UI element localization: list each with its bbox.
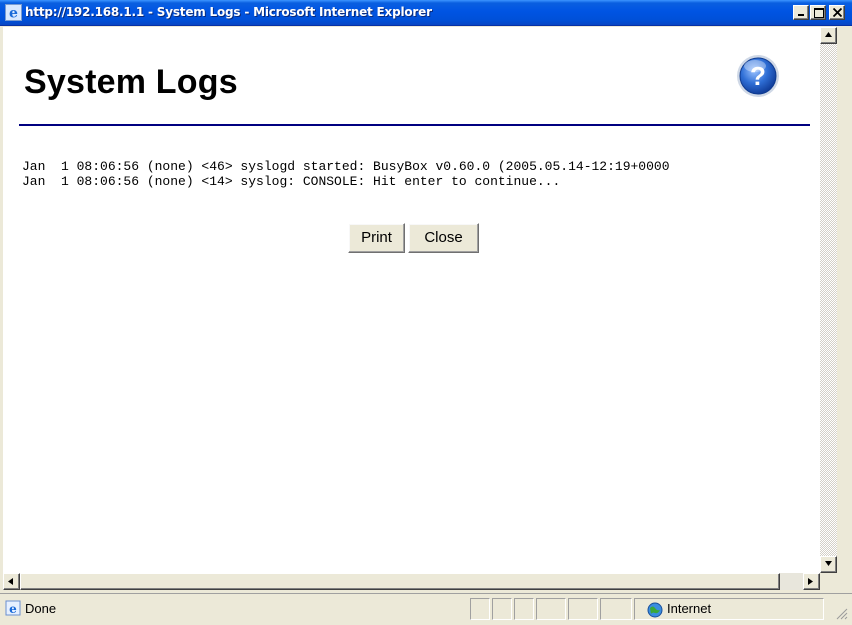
ie-page-icon: e (5, 600, 21, 616)
scroll-up-button[interactable] (820, 27, 837, 44)
svg-text:e: e (9, 602, 17, 616)
scrollbar-corner (820, 573, 837, 590)
title-divider (19, 124, 810, 126)
horizontal-scrollbar[interactable] (3, 573, 820, 590)
arrow-down-icon (825, 561, 832, 566)
status-pane (514, 598, 534, 620)
status-text: Done (25, 601, 57, 616)
status-pane (600, 598, 632, 620)
title-bar[interactable]: e http://192.168.1.1 - System Logs - Mic… (0, 0, 852, 26)
close-button[interactable]: Close (408, 223, 479, 253)
help-icon[interactable]: ? (735, 53, 781, 99)
log-output: Jan 1 08:06:56 (none) <46> syslogd start… (22, 159, 820, 189)
action-buttons: Print Close (348, 223, 479, 253)
status-pane (492, 598, 512, 620)
resize-grip-icon[interactable] (834, 606, 848, 620)
status-bar: e Done Internet (0, 593, 852, 625)
arrow-left-icon (8, 578, 13, 585)
svg-text:e: e (9, 6, 18, 22)
svg-text:?: ? (750, 61, 766, 91)
arrow-right-icon (808, 578, 813, 585)
close-icon (833, 8, 842, 17)
status-pane (536, 598, 566, 620)
arrow-up-icon (825, 32, 832, 37)
log-line: Jan 1 08:06:56 (none) <14> syslog: CONSO… (22, 174, 561, 189)
status-pane (470, 598, 490, 620)
window-border (837, 27, 852, 625)
log-line: Jan 1 08:06:56 (none) <46> syslogd start… (22, 159, 670, 174)
horizontal-scroll-thumb[interactable] (20, 573, 780, 590)
window-title: http://192.168.1.1 - System Logs - Micro… (25, 5, 432, 19)
page-title: System Logs (24, 63, 238, 101)
minimize-button[interactable] (793, 5, 809, 20)
status-pane (568, 598, 598, 620)
maximize-button[interactable] (810, 5, 826, 20)
page-content: System Logs ? Jan 1 08:06:56 (none) <46>… (3, 27, 820, 573)
vertical-scrollbar[interactable] (820, 27, 837, 573)
zone-label: Internet (667, 601, 712, 616)
scroll-right-button[interactable] (803, 573, 820, 590)
globe-icon (647, 602, 663, 618)
scroll-down-button[interactable] (820, 556, 837, 573)
scroll-left-button[interactable] (3, 573, 20, 590)
ie-icon: e (5, 4, 22, 21)
close-window-button[interactable] (829, 5, 845, 20)
print-button[interactable]: Print (348, 223, 405, 253)
